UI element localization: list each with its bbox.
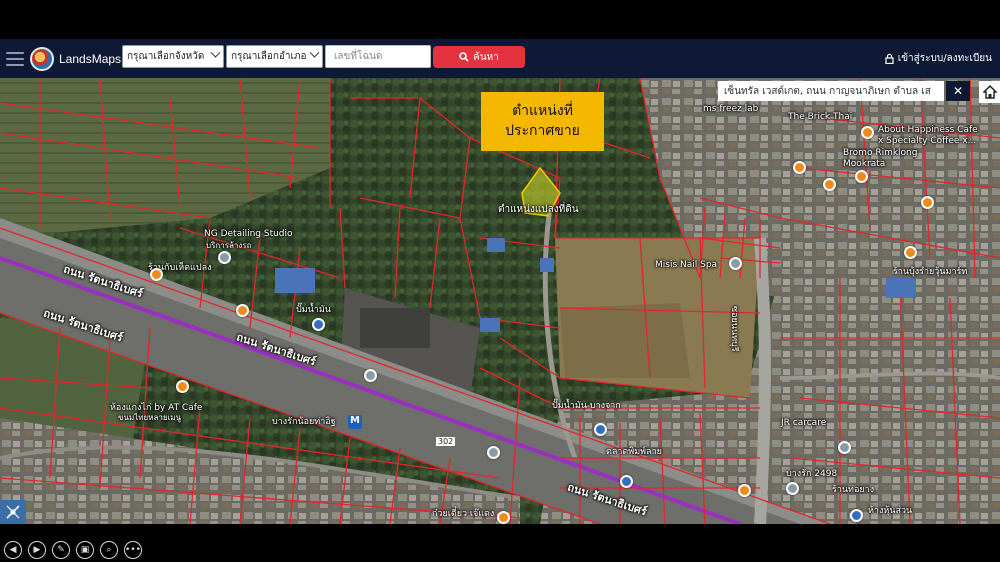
poi-pin-cafe[interactable] (176, 380, 189, 393)
poi-pin-partnership[interactable] (850, 509, 863, 522)
home-icon (982, 85, 997, 99)
home-button[interactable] (979, 81, 1000, 103)
poi-pin-noodle[interactable] (497, 511, 510, 524)
poi-misis-nail[interactable]: Misis Nail Spa (655, 260, 717, 270)
poi-brick-thai[interactable]: The Brick Thai (788, 112, 852, 122)
poi-pin-jr[interactable] (838, 441, 851, 454)
sale-location-callout: ตำแหน่งที่ ประกาศขาย (481, 92, 604, 151)
poi-gas-station-2[interactable]: ปั๊มน้ำมัน บางจาก (552, 398, 621, 412)
poi-building-2498[interactable]: บางรัก 2498 (786, 466, 837, 480)
poi-pin-food[interactable] (823, 178, 836, 191)
poi-ng-detailing[interactable]: NG Detailing Studio (204, 229, 293, 239)
metro-station-marker[interactable]: M (348, 415, 362, 429)
poi-right-shop[interactable]: ร้านบุ้งรำยวุ้นมาร์ท (893, 264, 967, 278)
lock-icon (885, 53, 894, 64)
poi-bromo-sub: Mookrata (843, 159, 886, 169)
zoom-button[interactable]: ⌕ (100, 541, 118, 559)
poi-pin-market[interactable] (620, 475, 633, 488)
prev-icon: ◀ (9, 545, 17, 555)
poi-pin-shop[interactable] (150, 268, 163, 281)
chevron-down-icon (210, 47, 221, 58)
callout-line-2: ประกาศขาย (505, 123, 580, 139)
poi-pin-gas-2[interactable] (594, 423, 607, 436)
poi-pin-brick[interactable] (793, 161, 806, 174)
landsmaps-app: LandsMaps กรุณาเลือกจังหวัด กรุณาเลือกอำ… (0, 0, 1000, 562)
poi-freez-lab[interactable]: ms freez lab (703, 104, 758, 114)
prev-button[interactable]: ◀ (4, 541, 22, 559)
map-search-input[interactable]: เซ็นทรัล เวสต์เกต, ถนน กาญจนาภิเษก ตำบล … (718, 81, 944, 101)
poi-jr-carcare[interactable]: JR carcare (781, 418, 826, 428)
poi-partnership[interactable]: ห้างหุ้นส่วน (868, 503, 912, 517)
deed-number-input[interactable]: เลขที่โฉนด (325, 45, 431, 68)
poi-pin-food-2[interactable] (921, 196, 934, 209)
brand-name: LandsMaps (59, 51, 122, 66)
search-button[interactable]: ค้นหา (433, 46, 525, 68)
close-icon: ✕ (952, 84, 964, 98)
layers-icon: ▣ (80, 545, 90, 555)
poi-pin-ng[interactable] (218, 251, 231, 264)
map-search-value: เซ็นทรัล เวสต์เกต, ถนน กาญจนาภิเษก ตำบล … (724, 86, 931, 97)
district-select-value: กรุณาเลือกอำเภอ (231, 51, 307, 62)
draw-icon: ✎ (57, 545, 65, 555)
poi-pin-2498[interactable] (786, 482, 799, 495)
poi-pin-generic[interactable] (364, 369, 377, 382)
more-button[interactable]: ••• (124, 541, 142, 559)
parcel-label: ตำแหน่งแปลงที่ดิน (498, 204, 579, 215)
province-select[interactable]: กรุณาเลือกจังหวัด (122, 45, 224, 68)
search-icon (459, 52, 469, 62)
next-icon: ▶ (33, 545, 41, 555)
district-select[interactable]: กรุณาเลือกอำเภอ (226, 45, 323, 68)
poi-noodle[interactable]: ก๋วยเตี๋ยว เจ๊แดง (432, 506, 494, 520)
poi-about-happiness[interactable]: About Happiness Cafe (878, 125, 978, 135)
more-icon: ••• (125, 545, 141, 555)
poi-market[interactable]: ตลาดพิมพ์ลาย (606, 444, 662, 458)
route-shield: 302 (436, 437, 456, 446)
layers-button[interactable]: ▣ (76, 541, 94, 559)
poi-ng-detailing-sub: บริการล้างรถ (206, 241, 252, 250)
zoom-icon: ⌕ (106, 545, 112, 555)
province-select-value: กรุณาเลือกจังหวัด (127, 51, 205, 62)
chevron-down-icon (309, 47, 320, 58)
poi-pin-misis[interactable] (729, 257, 742, 270)
measure-tool-icon (6, 505, 20, 519)
draw-button[interactable]: ✎ (52, 541, 70, 559)
poi-rubber-shop[interactable]: ร้านท่อยาง (832, 482, 874, 496)
measure-tool-button[interactable] (0, 500, 26, 524)
poi-about-happiness-sub: x Specialty Coffee x... (878, 136, 977, 146)
poi-pin-happiness[interactable] (861, 126, 874, 139)
poi-pin-food-3[interactable] (904, 246, 917, 259)
login-label: เข้าสู่ระบบ/ลงทะเบียน (897, 53, 992, 64)
road-label-side: ซอยนนทบุรี (729, 306, 739, 352)
callout-line-1: ตำแหน่งที่ (512, 103, 573, 119)
poi-bromo[interactable]: Bromo Rimklong (843, 148, 917, 158)
close-search-button[interactable]: ✕ (946, 81, 970, 101)
poi-pin-gas[interactable] (312, 318, 325, 331)
poi-gas-station[interactable]: ปั๊มน้ำมัน (296, 302, 331, 316)
poi-pin-shop-2[interactable] (236, 304, 249, 317)
menu-icon[interactable] (6, 51, 24, 66)
search-button-label: ค้นหา (473, 51, 499, 63)
login-link[interactable]: เข้าสู่ระบบ/ลงทะเบียน (885, 51, 992, 66)
deed-number-placeholder: เลขที่โฉนด (334, 51, 383, 62)
poi-pin-bromo[interactable] (855, 170, 868, 183)
bottom-controls: ◀ ▶ ✎ ▣ ⌕ ••• (0, 538, 1000, 562)
poi-pin-generic-2[interactable] (487, 446, 500, 459)
poi-cafe-sub: ขนมไทยหลายเมนู (118, 413, 182, 422)
landsmaps-logo (30, 46, 54, 71)
poi-pin-food-4[interactable] (738, 484, 751, 497)
poi-station[interactable]: บางรักน้อยท่าอิฐ (272, 414, 336, 428)
next-button[interactable]: ▶ (28, 541, 46, 559)
